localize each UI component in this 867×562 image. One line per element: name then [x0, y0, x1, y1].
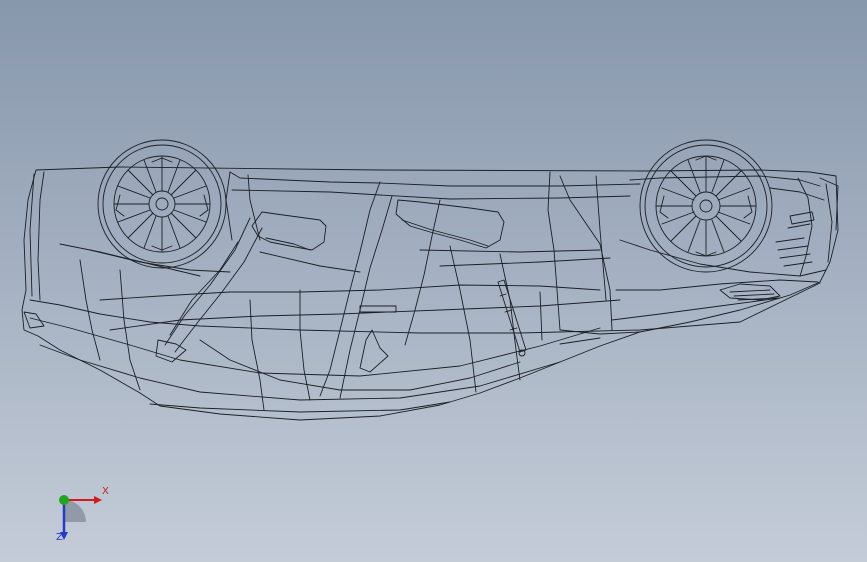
- graphics-viewport[interactable]: X Z: [0, 0, 867, 562]
- x-axis-label: X: [102, 486, 109, 497]
- car-wireframe-model[interactable]: [0, 0, 867, 562]
- body-inner-outline: [29, 282, 821, 334]
- rear-wheel: [97, 139, 227, 269]
- body-outline: [21, 166, 839, 421]
- front-wheel: [639, 139, 773, 273]
- front-seat-shape: [251, 211, 327, 251]
- coordinate-triad: X Z: [48, 480, 118, 546]
- z-axis-label: Z: [56, 532, 63, 543]
- rear-seat-shape: [395, 199, 505, 249]
